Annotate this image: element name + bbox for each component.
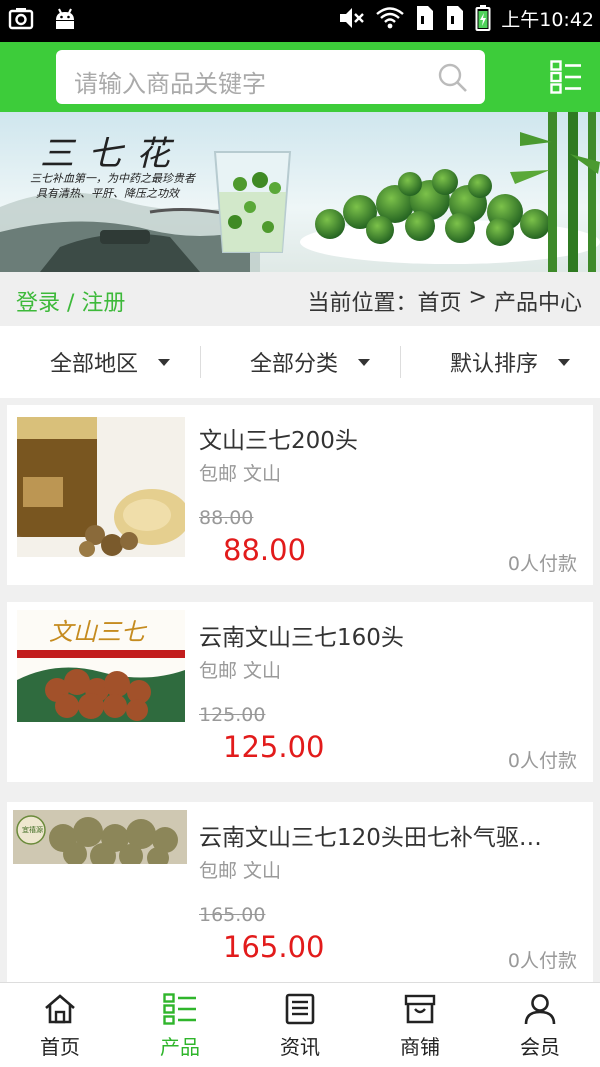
product-title[interactable]: 云南文山三七160头 [199, 618, 569, 652]
caret-down-icon [158, 358, 171, 366]
search-icon[interactable] [437, 62, 469, 94]
divider [200, 346, 201, 378]
nav-member[interactable]: 会员 [480, 983, 600, 1067]
app-header: 请输入商品关键字 [0, 42, 600, 112]
category-menu-icon[interactable] [550, 60, 582, 94]
sale-price: 165.00 [223, 930, 325, 964]
android-icon [56, 8, 74, 29]
filter-bar: 全部地区 全部分类 默认排序 [0, 326, 600, 398]
banner-subtitle-1: 三七补血第一，为中药之最珍贵者 [30, 172, 195, 185]
promo-banner[interactable]: 三七花 三七补血第一，为中药之最珍贵者 具有清热、平肝、降压之功效 [0, 112, 600, 272]
sale-price: 125.00 [223, 730, 325, 764]
grid-list-icon [163, 993, 196, 1025]
battery-icon [475, 5, 491, 31]
sim1-icon [417, 6, 434, 30]
product-tags: 包邮 文山 [199, 463, 282, 485]
product-card[interactable]: 文山三七200头 包邮 文山 88.00 88.00 0人付款 [7, 405, 593, 585]
banner-subtitle-2: 具有清热、平肝、降压之功效 [36, 187, 179, 200]
product-image [17, 417, 185, 557]
breadcrumb-home[interactable]: 首页 [418, 285, 462, 317]
product-tags: 包邮 文山 [199, 660, 282, 682]
nav-home-label: 首页 [40, 1035, 80, 1059]
banner-title: 三七花 [40, 134, 184, 174]
thumb-brand-text: 文山三七 [49, 618, 145, 646]
breadcrumb-label: 当前位置： [307, 291, 418, 316]
breadcrumb-bar: 登录 / 注册 当前位置： 首页 > 产品中心 [0, 272, 600, 326]
user-icon [524, 994, 556, 1025]
product-card[interactable]: 文山三七 云南文山三七160头 包邮 文山 125.00 125.00 0人付款 [7, 602, 593, 782]
nav-home[interactable]: 首页 [0, 983, 120, 1067]
filter-region-dropdown[interactable]: 全部地区 [50, 326, 171, 398]
original-price: 165.00 [199, 904, 266, 926]
shop-icon [404, 994, 436, 1024]
search-input[interactable]: 请输入商品关键字 [56, 50, 485, 104]
sale-price: 88.00 [223, 533, 307, 567]
sim2-icon [447, 6, 464, 30]
screenshot-icon [8, 8, 34, 30]
nav-news-label: 资讯 [280, 1035, 320, 1059]
filter-sort-label: 默认排序 [450, 352, 539, 377]
mute-icon [340, 8, 365, 28]
clock: 上午10:42 [501, 8, 594, 31]
search-placeholder: 请输入商品关键字 [74, 70, 266, 98]
nav-news[interactable]: 资讯 [240, 983, 360, 1067]
nav-shops-label: 商铺 [400, 1035, 440, 1059]
original-price: 125.00 [199, 704, 266, 726]
breadcrumb-separator: > [461, 285, 494, 310]
status-bar: 上午10:42 [0, 0, 600, 42]
product-title[interactable]: 云南文山三七120头田七补气驱… [199, 818, 569, 852]
product-title[interactable]: 文山三七200头 [199, 421, 569, 455]
news-icon [285, 993, 315, 1025]
filter-region-label: 全部地区 [50, 352, 139, 377]
sold-count: 0人付款 [507, 950, 577, 972]
filter-sort-dropdown[interactable]: 默认排序 [450, 326, 571, 398]
wifi-icon [376, 7, 405, 29]
home-icon [45, 994, 75, 1024]
caret-down-icon [558, 358, 571, 366]
sold-count: 0人付款 [507, 750, 577, 772]
product-image: 宜禧源 [13, 810, 187, 864]
divider [400, 346, 401, 378]
sold-count: 0人付款 [507, 553, 577, 575]
product-image: 文山三七 [17, 610, 185, 722]
original-price: 88.00 [199, 507, 254, 529]
nav-products[interactable]: 产品 [120, 983, 240, 1067]
filter-category-label: 全部分类 [250, 352, 339, 377]
login-register-link[interactable]: 登录 / 注册 [16, 285, 125, 317]
product-tags: 包邮 文山 [199, 860, 282, 882]
nav-shops[interactable]: 商铺 [360, 983, 480, 1067]
thumb-brand-text: 宜禧源 [22, 826, 43, 834]
breadcrumb-current: 产品中心 [493, 291, 582, 316]
breadcrumb: 当前位置： 首页 > 产品中心 [308, 285, 582, 317]
nav-member-label: 会员 [520, 1035, 560, 1059]
filter-category-dropdown[interactable]: 全部分类 [250, 326, 371, 398]
product-card[interactable]: 宜禧源 云南文山三七120头田七补气驱… 包邮 文山 165.00 165.00… [7, 802, 593, 982]
bottom-nav: 首页 产品 资讯 商铺 会员 [0, 982, 600, 1067]
nav-products-label: 产品 [160, 1035, 200, 1059]
caret-down-icon [358, 358, 371, 366]
